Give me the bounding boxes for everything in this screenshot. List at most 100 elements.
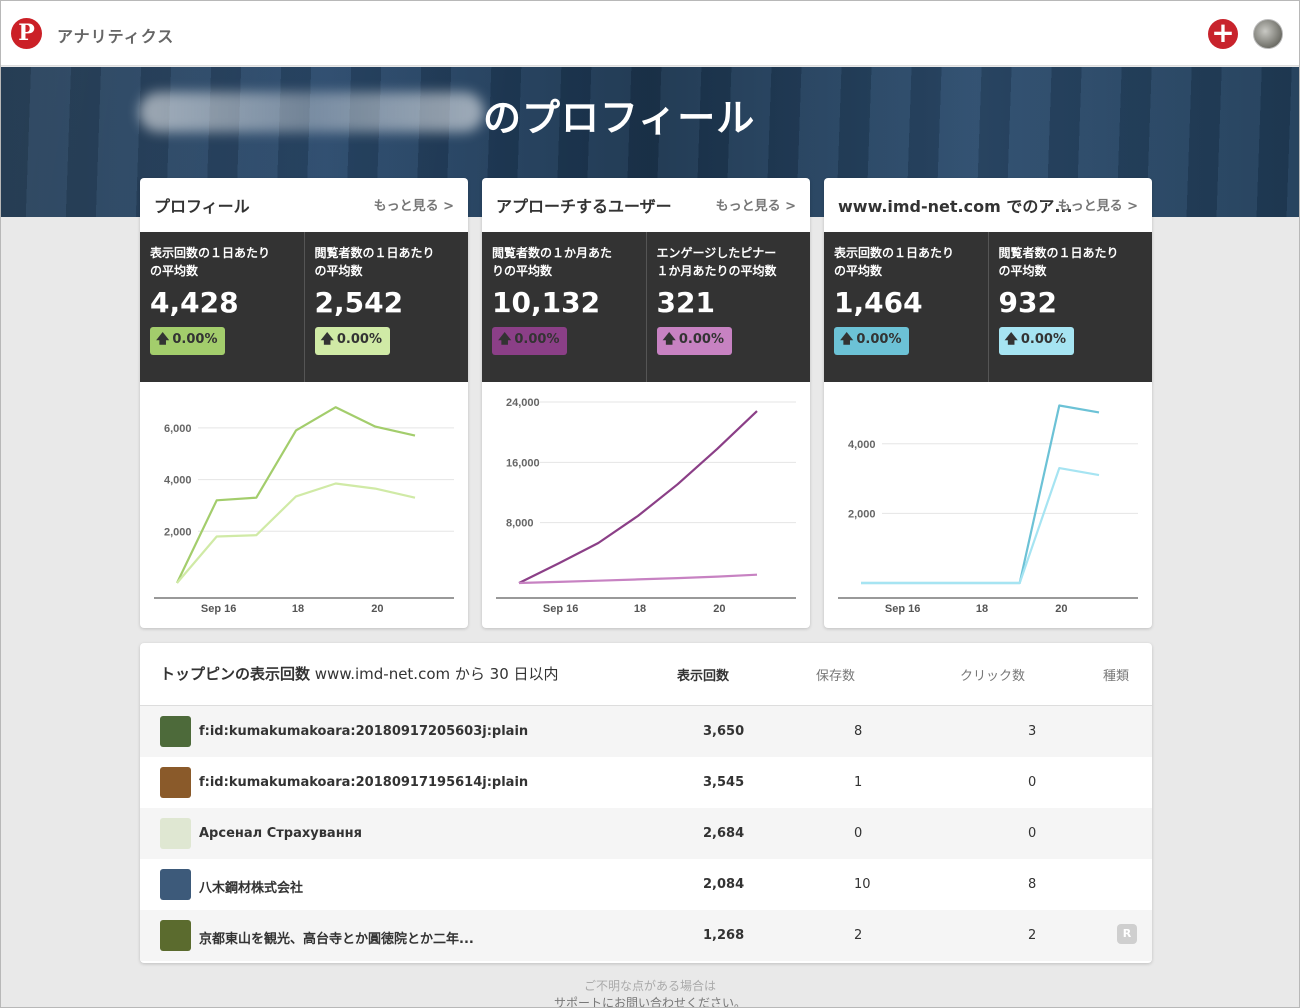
up-arrow-icon: 🡅: [840, 332, 854, 347]
pin-thumbnail[interactable]: [160, 716, 191, 747]
chart-svg: 2,000 4,000 6,000 Sep 16 18 20: [154, 406, 454, 615]
table-row[interactable]: f:id:kumakumakoara:20180917195614j:plain…: [140, 757, 1152, 808]
y-tick-label: 4,000: [164, 475, 192, 487]
column-header-clicks[interactable]: クリック数: [960, 665, 1025, 684]
clicks-cell: 0: [1028, 826, 1037, 841]
card-title: プロフィール: [154, 197, 250, 216]
table-row[interactable]: Арсенал Страхування 2,684 0 0: [140, 808, 1152, 859]
pin-title[interactable]: Арсенал Страхування: [199, 826, 362, 841]
avatar[interactable]: [1253, 19, 1283, 49]
impressions-cell: 2,084: [703, 877, 745, 892]
y-tick-label: 2,000: [164, 526, 192, 538]
see-more-link[interactable]: もっと見る >: [374, 195, 454, 214]
series-line: [176, 406, 416, 584]
pin-thumbnail[interactable]: [160, 767, 191, 798]
stat-daily-impressions: 表示回数の１日あたり の平均数 4,428 🡅 0.00%: [140, 232, 304, 382]
clicks-cell: 0: [1028, 775, 1037, 790]
up-arrow-icon: 🡅: [156, 332, 170, 347]
pin-title[interactable]: f:id:kumakumakoara:20180917205603j:plain: [199, 724, 528, 739]
see-more-link[interactable]: もっと見る >: [716, 195, 796, 214]
clicks-cell: 3: [1028, 724, 1037, 739]
stat-label: 閲覧者数の１日あたり の平均数: [998, 246, 1119, 278]
contact-support-link[interactable]: サポートにお問い合わせください。: [1, 994, 1299, 1007]
card-header: プロフィール もっと見る >: [140, 178, 468, 232]
pin-title[interactable]: 八木鋼材株式会社: [199, 877, 303, 896]
stat-monthly-viewers: 閲覧者数の１か月あた りの平均数 10,132 🡅 0.00%: [482, 232, 646, 382]
stat-value: 10,132: [492, 286, 601, 319]
pin-title[interactable]: f:id:kumakumakoara:20180917195614j:plain: [199, 775, 528, 790]
change-badge: 🡅 0.00%: [834, 327, 910, 355]
table-row[interactable]: 京都東山を観光、高台寺とか圓徳院とか二年... 1,268 2 2 R: [140, 910, 1152, 961]
change-badge: 🡅 0.00%: [492, 327, 568, 355]
stat-label: 閲覧者数の１か月あた りの平均数: [492, 246, 613, 278]
rich-pin-badge: R: [1117, 924, 1137, 944]
clicks-cell: 8: [1028, 877, 1037, 892]
x-tick-label: Sep 16: [201, 603, 236, 615]
saves-cell: 2: [854, 928, 863, 943]
x-tick-label: 20: [713, 603, 725, 615]
y-tick-label: 6,000: [164, 423, 192, 435]
banner-title: のプロフィール: [483, 96, 756, 140]
line-chart: 2,000 4,000 6,000 Sep 16 18 20: [140, 382, 468, 628]
x-tick-label: 18: [292, 603, 304, 615]
stat-value: 2,542: [314, 286, 404, 319]
line-chart: 2,000 4,000 Sep 16 18 20: [824, 382, 1152, 628]
saves-cell: 8: [854, 724, 863, 739]
column-header-type[interactable]: 種類: [1103, 665, 1129, 684]
app-title: アナリティクス: [57, 27, 175, 46]
table-row[interactable]: f:id:kumakumakoara:20180917205603j:plain…: [140, 706, 1152, 757]
top-pins-title: トップピンの表示回数 www.imd-net.com から 30 日以内: [160, 665, 559, 683]
pin-thumbnail[interactable]: [160, 920, 191, 951]
blurred-profile-name: [139, 92, 484, 132]
stat-value: 932: [998, 286, 1057, 319]
see-more-link[interactable]: もっと見る >: [1058, 195, 1138, 214]
saves-cell: 1: [854, 775, 863, 790]
stat-daily-viewers: 閲覧者数の１日あたり の平均数 932 🡅 0.00%: [987, 232, 1153, 382]
top-pins-panel: トップピンの表示回数 www.imd-net.com から 30 日以内 表示回…: [140, 643, 1152, 963]
pin-title[interactable]: 京都東山を観光、高台寺とか圓徳院とか二年...: [199, 928, 474, 947]
pinterest-logo-icon[interactable]: P: [11, 18, 42, 49]
pin-thumbnail[interactable]: [160, 869, 191, 900]
pin-thumbnail[interactable]: [160, 818, 191, 849]
up-arrow-icon: 🡅: [1004, 332, 1018, 347]
column-header-saves[interactable]: 保存数: [816, 665, 855, 684]
footer-help-text: ご不明な点がある場合は: [583, 979, 716, 993]
stats-panel: 表示回数の１日あたり の平均数 1,464 🡅 0.00% 閲覧者数の１日あたり の平…: [824, 232, 1152, 382]
stats-panel: 表示回数の１日あたり の平均数 4,428 🡅 0.00% 閲覧者数の１日あたり の平…: [140, 232, 468, 382]
chart-svg: 8,000 16,000 24,000 Sep 16 18 20: [496, 397, 796, 615]
y-tick-label: 16,000: [506, 457, 540, 469]
app-frame: P アナリティクス + のプロフィール プロフィール もっと見る > 表示回数の…: [0, 0, 1300, 1008]
chart-svg: 2,000 4,000 Sep 16 18 20: [838, 404, 1138, 615]
top-pins-header: トップピンの表示回数 www.imd-net.com から 30 日以内 表示回…: [140, 643, 1152, 705]
up-arrow-icon: 🡅: [662, 332, 676, 347]
saves-cell: 0: [854, 826, 863, 841]
y-tick-label: 24,000: [506, 397, 540, 409]
card-profile: プロフィール もっと見る > 表示回数の１日あたり の平均数 4,428 🡅 0.0…: [140, 178, 468, 628]
impressions-cell: 2,684: [703, 826, 745, 841]
x-tick-label: 20: [371, 603, 383, 615]
create-pin-button[interactable]: +: [1208, 19, 1238, 49]
column-header-impressions[interactable]: 表示回数: [677, 665, 729, 684]
change-badge: 🡅 0.00%: [998, 327, 1074, 355]
line-chart: 8,000 16,000 24,000 Sep 16 18 20: [482, 382, 810, 628]
up-arrow-icon: 🡅: [320, 332, 334, 347]
change-badge: 🡅 0.00%: [656, 327, 732, 355]
card-header: www.imd-net.com でのア... もっと見る >: [824, 178, 1152, 232]
up-arrow-icon: 🡅: [498, 332, 512, 347]
series-line: [176, 482, 416, 584]
series-line: [861, 466, 1100, 585]
x-tick-label: 18: [976, 603, 988, 615]
series-line: [518, 410, 758, 584]
card-website: www.imd-net.com でのア... もっと見る > 表示回数の１日あた…: [824, 178, 1152, 628]
stat-label: 閲覧者数の１日あたり の平均数: [314, 246, 435, 278]
impressions-cell: 1,268: [703, 928, 745, 943]
saves-cell: 10: [854, 877, 871, 892]
series-line: [861, 404, 1100, 585]
table-row[interactable]: 八木鋼材株式会社 2,084 10 8: [140, 859, 1152, 910]
impressions-cell: 3,545: [703, 775, 745, 790]
stat-label: 表示回数の１日あたり の平均数: [834, 246, 955, 278]
x-tick-label: 20: [1055, 603, 1067, 615]
change-badge: 🡅 0.00%: [314, 327, 390, 355]
stat-label: 表示回数の１日あたり の平均数: [150, 246, 271, 278]
card-title: アプローチするユーザー: [496, 197, 672, 216]
